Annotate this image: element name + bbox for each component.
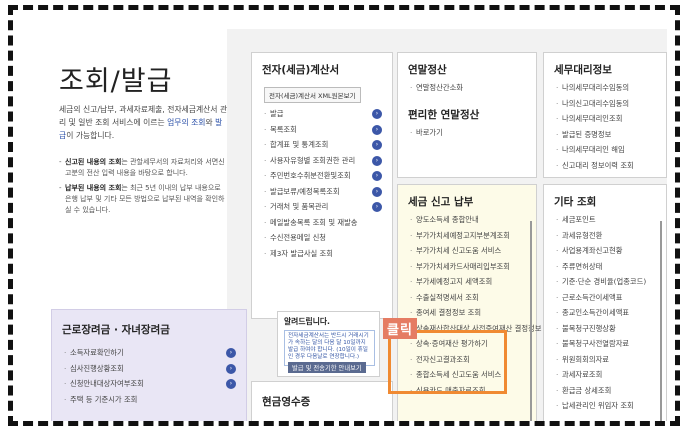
- arrow-circle-icon[interactable]: ›: [226, 379, 236, 389]
- yearend-title: 연말정산: [408, 64, 447, 76]
- list-item[interactable]: 메일발송목록 조회 및 재발송: [264, 215, 392, 231]
- list-item[interactable]: 나의세무대리인조회: [556, 111, 666, 127]
- list-item[interactable]: 발급보류/예정목록조회›: [264, 184, 392, 200]
- list-item[interactable]: 나의세무대리인 해임: [556, 142, 666, 158]
- note-item: 신고된 내용의 조회는 관할세무서의 자료처리와 서면신고분의 전산 입력 내용…: [59, 157, 229, 179]
- list-item[interactable]: 부가가치세예정고지부분계조회: [410, 228, 536, 244]
- list-item[interactable]: 연말정산간소화: [410, 80, 536, 96]
- labor-panel: 근로장려금 · 자녀장려금 소득자료확인하기›심사진행상황조회›신청안내대상자여…: [51, 309, 247, 421]
- deadline-guide-button[interactable]: 발급 및 전송기한 안내보기: [288, 362, 366, 373]
- list-item[interactable]: 신청안내대상자여부조회›: [64, 376, 246, 392]
- list-item[interactable]: 납세관리인 위임자 조회: [556, 398, 666, 414]
- arrow-circle-icon[interactable]: ›: [372, 124, 382, 135]
- page-content: 조회/발급 세금의 신고/납부, 과세자료제출, 전자세금계산서 관리 및 일반…: [31, 29, 667, 421]
- agent-list: 나의세무대리수임동의나의신고대리수임동의나의세무대리인조회발급된 증명정보나의세…: [556, 80, 666, 173]
- labor-title: 근로장려금 · 자녀장려금: [62, 324, 170, 336]
- list-item[interactable]: 수출실적명세서 조회: [410, 290, 536, 306]
- list-item[interactable]: 소득자료확인하기›: [64, 345, 246, 361]
- report-scrollbar[interactable]: [530, 221, 532, 421]
- list-item[interactable]: 합계표 및 통계조회›: [264, 137, 392, 153]
- list-item[interactable]: 불복청구사전열람자료: [556, 336, 666, 352]
- other-title: 기타 조회: [554, 196, 597, 208]
- cash-panel: 현금영수증: [251, 381, 393, 421]
- list-item[interactable]: 양도소득세 종합안내: [410, 212, 536, 228]
- yearend-sub-list: 바로가기: [410, 125, 536, 141]
- list-item[interactable]: 부가가치세 신고도움 서비스: [410, 243, 536, 259]
- yearend-panel: 연말정산 연말정산간소화 편리한 연말정산 바로가기: [397, 52, 537, 178]
- click-label: 클릭: [383, 318, 417, 339]
- highlight-inquiry: 업무의 조회: [167, 118, 206, 127]
- alert-box: 알려드립니다. 전자세금계산서는 반드시 거래시기가 속하는 달의 다음 달 1…: [277, 311, 380, 377]
- list-item[interactable]: 주민번호수취분전환및조회›: [264, 168, 392, 184]
- list-item[interactable]: 신고대리 정보이력 조회: [556, 158, 666, 174]
- list-item[interactable]: 부가세예정고지 세액조회: [410, 274, 536, 290]
- arrow-circle-icon[interactable]: ›: [372, 109, 382, 119]
- arrow-circle-icon[interactable]: ›: [372, 140, 382, 150]
- list-item[interactable]: 불복청구진행상황: [556, 321, 666, 337]
- etax-list: 발급›목록조회›합계표 및 통계조회›사용자유형별 조회권한 관리›주민번호수취…: [264, 106, 392, 261]
- list-item[interactable]: 세금포인트: [556, 212, 666, 228]
- etax-panel: 전자(세금)계산서 전자(세금)계산서 XML원본보기 발급›목록조회›합계표 …: [251, 52, 393, 319]
- list-item[interactable]: 발급›: [264, 106, 392, 122]
- list-item[interactable]: 종여세 결정정보 조회: [410, 305, 536, 321]
- etax-title: 전자(세금)계산서: [262, 64, 340, 76]
- list-item[interactable]: 나의신고대리수임동의: [556, 96, 666, 112]
- list-item[interactable]: 수신전용메일 신청: [264, 230, 392, 246]
- list-item[interactable]: 과세자료조회: [556, 367, 666, 383]
- alert-title: 알려드립니다.: [284, 317, 331, 326]
- other-list: 세금포인트과세유형전환사업용계좌신고현황주류면허상태기준·단순 경비율(업종코드…: [556, 212, 666, 414]
- list-item[interactable]: 제3자 발급사실 조회: [264, 246, 392, 262]
- alert-body: 전자세금계산서는 반드시 거래시기가 속하는 달의 다음 달 10일까지 발급 …: [284, 330, 375, 366]
- cash-title: 현금영수증: [262, 396, 311, 408]
- intro-notes: 신고된 내용의 조회는 관할세무서의 자료처리와 서면신고분의 전산 입력 내용…: [59, 157, 229, 220]
- intro-description: 세금의 신고/납부, 과세자료제출, 전자세금계산서 관리 및 일반 조회 서비…: [59, 105, 228, 140]
- arrow-circle-icon[interactable]: ›: [372, 186, 382, 197]
- list-item[interactable]: 발급된 증명정보: [556, 127, 666, 143]
- list-item[interactable]: 목록조회›: [264, 122, 392, 138]
- other-scrollbar[interactable]: [660, 221, 662, 421]
- yearend-list: 연말정산간소화: [410, 80, 536, 96]
- list-item[interactable]: 기준·단순 경비율(업종코드): [556, 274, 666, 290]
- list-item[interactable]: 위원회회의자료: [556, 352, 666, 368]
- screenshot-frame: 조회/발급 세금의 신고/납부, 과세자료제출, 전자세금계산서 관리 및 일반…: [8, 5, 680, 426]
- list-item[interactable]: 환급금 상세조회: [556, 383, 666, 399]
- yearend-sub-title: 편리한 연말정산: [408, 108, 480, 121]
- xml-view-button[interactable]: 전자(세금)계산서 XML원본보기: [264, 87, 361, 103]
- note-item: 납부된 내용의 조회는 최근 5년 이내의 납부 내용으로 은행 납부 및 기타…: [59, 183, 229, 216]
- list-item[interactable]: 주택 등 기준시가 조회: [64, 392, 246, 408]
- list-item[interactable]: 과세유형전환: [556, 228, 666, 244]
- arrow-circle-icon[interactable]: ›: [226, 363, 236, 374]
- arrow-circle-icon[interactable]: ›: [226, 348, 236, 358]
- page-title: 조회/발급: [59, 66, 173, 97]
- agent-title: 세무대리정보: [554, 64, 612, 76]
- list-item[interactable]: 근로소득간이세액표: [556, 290, 666, 306]
- list-item[interactable]: 심사진행상황조회›: [64, 361, 246, 377]
- report-title: 세금 신고 납부: [408, 196, 474, 208]
- arrow-circle-icon[interactable]: ›: [372, 202, 382, 212]
- click-highlight-box: [388, 330, 507, 394]
- list-item[interactable]: 사용자유형별 조회권한 관리›: [264, 153, 392, 169]
- list-item[interactable]: 사업용계좌신고현황: [556, 243, 666, 259]
- list-item[interactable]: 바로가기: [410, 125, 536, 141]
- list-item[interactable]: 나의세무대리수임동의: [556, 80, 666, 96]
- arrow-circle-icon[interactable]: ›: [372, 155, 382, 166]
- arrow-circle-icon[interactable]: ›: [372, 171, 382, 181]
- labor-list: 소득자료확인하기›심사진행상황조회›신청안내대상자여부조회›주택 등 기준시가 …: [64, 345, 246, 407]
- list-item[interactable]: 주류면허상태: [556, 259, 666, 275]
- agent-panel: 세무대리정보 나의세무대리수임동의나의신고대리수임동의나의세무대리인조회발급된 …: [543, 52, 667, 178]
- other-panel: 기타 조회 세금포인트과세유형전환사업용계좌신고현황주류면허상태기준·단순 경비…: [543, 184, 667, 421]
- list-item[interactable]: 종교인소득간이세액표: [556, 305, 666, 321]
- list-item[interactable]: 거래처 및 품목관리›: [264, 199, 392, 215]
- list-item[interactable]: 부가가치세카드사매리입부조회: [410, 259, 536, 275]
